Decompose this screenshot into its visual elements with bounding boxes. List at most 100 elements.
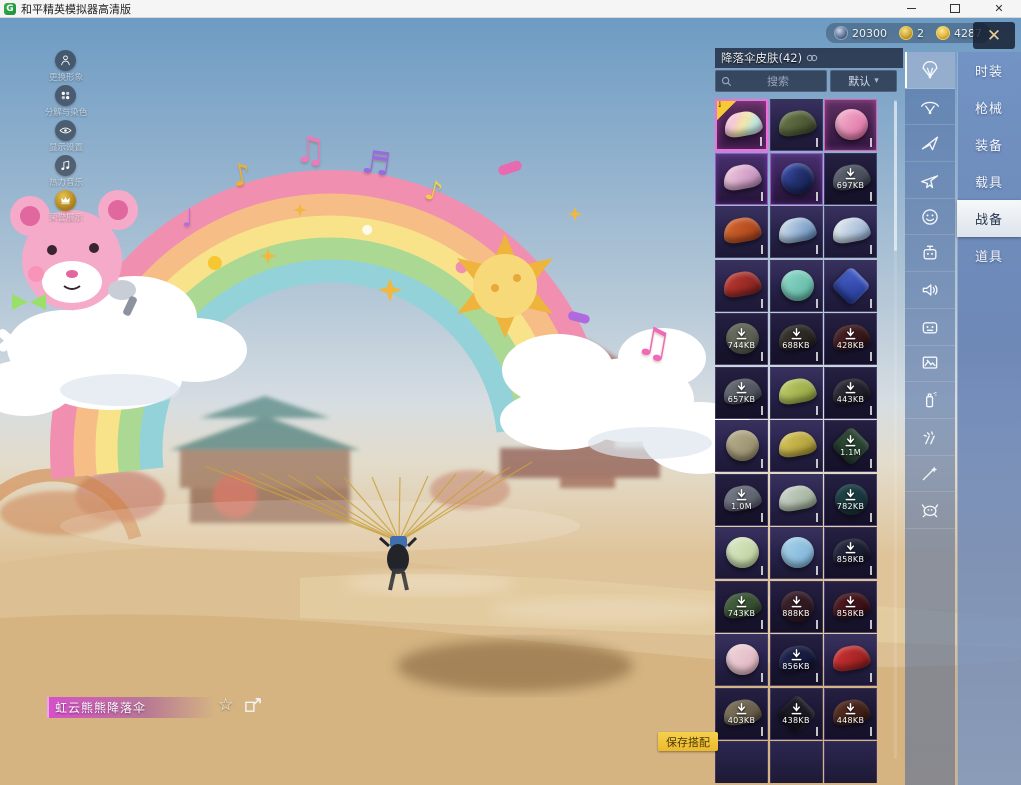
subtab-spray[interactable] [905, 382, 955, 419]
parachute-thumbnail [781, 163, 814, 194]
skin-tile-1[interactable]: ✓ [715, 99, 768, 151]
currency-silver-coin[interactable]: 20300 [834, 26, 887, 40]
radio-icon [920, 317, 940, 337]
skin-tile-30[interactable]: 858KB [824, 581, 877, 633]
skin-tile-14[interactable]: 688KB [770, 313, 823, 365]
skin-tile-6[interactable]: 697KB [824, 153, 877, 205]
subtab-dart[interactable] [905, 125, 955, 162]
skin-tile-3[interactable] [824, 99, 877, 151]
skin-tile-26[interactable] [770, 527, 823, 579]
skin-tile-2[interactable] [770, 99, 823, 151]
skin-tile-28[interactable]: 743KB [715, 581, 768, 633]
subtab-radio[interactable] [905, 309, 955, 346]
skin-tile-39 [824, 741, 877, 783]
skin-tile-31[interactable] [715, 634, 768, 686]
subtab-wand[interactable] [905, 456, 955, 493]
scrollbar-thumb[interactable] [894, 101, 897, 251]
parachute-thumbnail [726, 537, 759, 568]
subtab-robot[interactable] [905, 235, 955, 272]
maximize-button[interactable] [933, 0, 977, 17]
skin-tile-18[interactable]: 443KB [824, 367, 877, 419]
skin-tile-29[interactable]: 888KB [770, 581, 823, 633]
subtab-parachute[interactable] [905, 52, 955, 89]
download-icon [844, 542, 857, 555]
skin-tile-25[interactable] [715, 527, 768, 579]
skin-tile-32[interactable]: 856KB [770, 634, 823, 686]
tile-indicator [761, 673, 763, 682]
tab-2[interactable]: 枪械 [957, 89, 1021, 126]
panel-title: 降落伞皮肤(42) [721, 50, 802, 66]
search-input[interactable] [736, 74, 820, 89]
download-icon [790, 328, 803, 341]
download-icon [844, 489, 857, 502]
subtab-plane[interactable] [905, 162, 955, 199]
subtab-emote[interactable] [905, 199, 955, 236]
skin-tile-19[interactable] [715, 420, 768, 472]
subtab-speaker[interactable] [905, 272, 955, 309]
skin-tile-35[interactable]: 438KB [770, 688, 823, 740]
preview-toggle-icon[interactable] [806, 53, 818, 63]
left-menu-item-dismantle[interactable]: 分解与染色 [45, 85, 88, 120]
tab-strip: 时装枪械装备载具战备道具 [957, 52, 1021, 785]
left-menu-item-eye[interactable]: 显示设置 [49, 120, 83, 155]
scrollbar[interactable] [894, 99, 897, 759]
skin-tile-17[interactable] [770, 367, 823, 419]
skin-tile-9[interactable] [824, 206, 877, 258]
download-overlay: 438KB [771, 689, 822, 739]
save-outfit-button[interactable]: 保存搭配 [658, 732, 718, 751]
skin-tile-8[interactable] [770, 206, 823, 258]
panel-header: 降落伞皮肤(42) [715, 48, 903, 68]
download-overlay: 858KB [825, 582, 876, 632]
skin-tile-7[interactable] [715, 206, 768, 258]
subtab-glider[interactable] [905, 89, 955, 126]
tile-indicator [761, 245, 763, 254]
parachute-thumbnail [776, 482, 818, 512]
parachute-thumbnail [776, 375, 818, 405]
tab-3[interactable]: 装备 [957, 126, 1021, 163]
search-box[interactable] [715, 70, 827, 92]
skin-tile-22[interactable]: 1.0M [715, 474, 768, 526]
currency-gold-badge[interactable]: 2 [899, 26, 924, 40]
left-menu-item-mannequin[interactable]: 更换形象 [49, 50, 83, 85]
skin-tile-23[interactable] [770, 474, 823, 526]
subtab-pet[interactable] [905, 492, 955, 529]
left-menu-label: 分解与染色 [45, 106, 88, 118]
download-overlay: 888KB [771, 582, 822, 632]
left-menu-item-music[interactable]: 热力音乐 [49, 155, 83, 190]
skin-tile-13[interactable]: 744KB [715, 313, 768, 365]
skin-tile-20[interactable] [770, 420, 823, 472]
tab-6[interactable]: 道具 [957, 237, 1021, 274]
skin-tile-16[interactable]: 657KB [715, 367, 768, 419]
skin-tile-10[interactable] [715, 260, 768, 312]
tab-1[interactable]: 时装 [957, 52, 1021, 89]
skin-tile-34[interactable]: 403KB [715, 688, 768, 740]
skin-tile-36[interactable]: 448KB [824, 688, 877, 740]
parachute-thumbnail [830, 643, 872, 673]
skin-tile-33[interactable] [824, 634, 877, 686]
minimize-button[interactable] [889, 0, 933, 17]
tile-indicator [816, 566, 818, 575]
parachute-thumbnail [781, 537, 814, 568]
skin-tile-24[interactable]: 782KB [824, 474, 877, 526]
panel-close-button[interactable]: ✕ [973, 22, 1015, 49]
skin-tile-21[interactable]: 1.1M [824, 420, 877, 472]
tile-indicator [816, 138, 818, 147]
tab-4[interactable]: 载具 [957, 163, 1021, 200]
skin-tile-15[interactable]: 428KB [824, 313, 877, 365]
share-icon[interactable] [244, 697, 262, 713]
subtab-strip [905, 52, 955, 785]
subtab-gesture[interactable] [905, 419, 955, 456]
sort-filter-dropdown[interactable]: 默认 ▾ [830, 70, 897, 92]
favorite-star-icon[interactable]: ☆ [218, 695, 233, 715]
skin-tile-11[interactable] [770, 260, 823, 312]
skin-tile-27[interactable]: 858KB [824, 527, 877, 579]
left-menu-item-honor[interactable]: 荣誉展示 [49, 190, 83, 225]
skin-tile-4[interactable] [715, 153, 768, 205]
skin-tile-12[interactable] [824, 260, 877, 312]
tab-5[interactable]: 战备 [957, 200, 1021, 237]
tile-indicator [761, 192, 763, 201]
tile-indicator [816, 513, 818, 522]
skin-tile-5[interactable] [770, 153, 823, 205]
subtab-photo-frame[interactable] [905, 346, 955, 383]
window-close-button[interactable]: ✕ [977, 0, 1021, 17]
